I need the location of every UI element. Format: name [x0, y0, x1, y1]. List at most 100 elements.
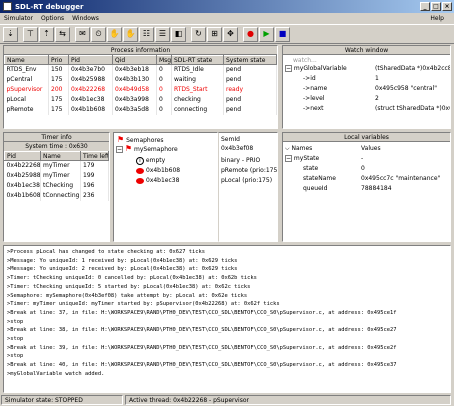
process-col-header[interactable]: Name: [4, 55, 49, 65]
process-cell-pid: 0x4b22268: [68, 84, 113, 95]
grid-icon: ⊞: [211, 29, 218, 38]
menu-simulator[interactable]: Simulator: [0, 15, 37, 22]
process-col-header[interactable]: Prio: [48, 55, 69, 65]
step-out-button[interactable]: ⇡: [39, 26, 54, 42]
console-output[interactable]: >Process pLocal has changed to state che…: [3, 245, 451, 393]
table-row[interactable]: pLocal 175 0x4b1ec38 0x4b3a998 0 checking pend: [4, 94, 277, 105]
collapse-icon[interactable]: −: [116, 146, 123, 153]
table-row[interactable]: pSupervisor 200 0x4b22268 0x4b49d58 0 RTDS_St…: [4, 84, 277, 95]
process-col-header[interactable]: Msg: [156, 55, 172, 65]
table-row[interactable]: 0x4b1ec38 tChecking 196: [4, 180, 109, 191]
timer-cell-pid: 0x4b1b608: [4, 190, 41, 201]
grid-button[interactable]: ⊞: [207, 26, 222, 42]
watch-child-name[interactable]: ->id: [303, 74, 316, 83]
break-icon: ✋: [125, 29, 136, 38]
send-button[interactable]: ✉: [75, 26, 90, 42]
hand-button[interactable]: ✋: [107, 26, 122, 42]
transition-button[interactable]: ⇆: [55, 26, 70, 42]
process-col-header[interactable]: SDL-RT state: [171, 55, 224, 65]
menu-windows[interactable]: Windows: [68, 15, 103, 22]
msc-button[interactable]: ☷: [139, 26, 154, 42]
move-button[interactable]: ✥: [223, 26, 238, 42]
run-button[interactable]: ▶: [259, 26, 274, 42]
record-button[interactable]: ●: [243, 26, 258, 42]
watch-button[interactable]: ◧: [171, 26, 186, 42]
stop-button[interactable]: ■: [275, 26, 290, 42]
console-line: >Break at line: 37, in file: H:\WORKSPAC…: [7, 309, 397, 316]
timer-panel: Timer info System time : 0x630 Pid Name Ti…: [3, 132, 110, 242]
refresh-button[interactable]: ↻: [191, 26, 206, 42]
process-cell-qid: 0x4b3a5d8: [112, 104, 157, 115]
run-icon: ▶: [263, 29, 270, 38]
timer-cell-name: tConnecting: [40, 190, 81, 201]
timer-col-header[interactable]: Time left: [80, 151, 109, 161]
active-thread: Active thread: 0x4b22268 - pSupervisor: [125, 395, 451, 405]
info-icon: i: [136, 156, 144, 165]
process-col-header[interactable]: System state: [223, 55, 277, 65]
process-cell-name: pSupervisor: [4, 84, 49, 95]
local-child-name[interactable]: queueId: [303, 184, 327, 193]
process-cell-prio: 175: [48, 74, 69, 85]
trace-button[interactable]: ☰: [155, 26, 170, 42]
pending-process-row[interactable]: 0x4b1ec38: [136, 176, 179, 185]
watch-root-row[interactable]: − myGlobalVariable: [285, 64, 347, 73]
timer-cell-time: 236: [80, 190, 109, 201]
process-col-header[interactable]: Qid: [112, 55, 157, 65]
maximize-button[interactable]: □: [431, 2, 441, 11]
console-line: >myGlobalVariable watch added.: [7, 370, 105, 377]
timer-table: Pid Name Time left 0x4b22268 myTimer 179 0x4b…: [4, 151, 109, 201]
process-cell-sdl: RTDS_Start: [171, 84, 224, 95]
pending-process-row[interactable]: 0x4b1b608: [136, 166, 180, 175]
table-row[interactable]: RTDS_Env 150 0x4b3e7b0 0x4b3eb18 0 RTDS_Idle p…: [4, 64, 277, 75]
watch-panel-title: Watch window: [283, 46, 450, 55]
semaphore-row[interactable]: − ⚑ mySemaphore: [116, 144, 178, 153]
console-line: >Timer: myTimer uniqueId: myTimer starte…: [7, 301, 280, 308]
process-cell-sdl: waiting: [171, 74, 224, 85]
watch-child-value: 2: [375, 95, 379, 102]
menu-help[interactable]: Help: [426, 15, 448, 22]
local-child-name[interactable]: stateName: [303, 174, 336, 183]
step-into-button[interactable]: ⇣: [3, 26, 18, 42]
local-child-name[interactable]: state: [303, 164, 318, 173]
break-button[interactable]: ✋: [123, 26, 138, 42]
process-cell-sys: ready: [223, 84, 277, 95]
process-cell-qid: 0x4b3eb18: [112, 64, 157, 75]
watch-child-name[interactable]: ->name: [303, 84, 327, 93]
local-root-row[interactable]: − myState: [285, 154, 319, 163]
local-root-name: myState: [293, 155, 320, 162]
process-cell-pid: 0x4b25988: [68, 74, 113, 85]
timer-cell-time: 179: [80, 160, 109, 171]
table-row[interactable]: 0x4b25988 myTimer 199: [4, 170, 109, 181]
console-line: >Semaphore: mySemaphore(0x4b3ef08) take …: [7, 292, 248, 299]
table-row[interactable]: 0x4b1b608 tConnecting 236: [4, 190, 109, 201]
watch-child-value: 0x495c958 "central": [375, 85, 437, 92]
process-cell-msg: 0: [156, 104, 172, 115]
timer-cell-pid: 0x4b22268: [4, 160, 41, 171]
process-cell-sys: pend: [223, 104, 277, 115]
timer-button[interactable]: ⏲: [91, 26, 106, 42]
table-row[interactable]: pRemote 175 0x4b1b608 0x4b3a5d8 0 connecting p…: [4, 104, 277, 115]
simulator-state: Simulator state: STOPPED: [1, 395, 123, 405]
table-row[interactable]: 0x4b22268 myTimer 179: [4, 160, 109, 171]
collapse-icon[interactable]: −: [285, 155, 292, 162]
step-button[interactable]: ⊤: [23, 26, 38, 42]
table-row[interactable]: pCentral 175 0x4b25988 0x4b3b130 0 waiting pen…: [4, 74, 277, 85]
timer-cell-name: myTimer: [40, 170, 81, 181]
semaphores-root[interactable]: ⚑ Semaphores: [117, 135, 164, 144]
console-text: >Process pLocal has changed to state che…: [4, 246, 450, 381]
local-panel-title: Local variables: [283, 133, 450, 142]
minimize-button[interactable]: _: [420, 2, 430, 11]
watch-child-name[interactable]: ->next: [303, 104, 323, 113]
process-col-header[interactable]: Pid: [68, 55, 113, 65]
local-child-value: 0: [361, 165, 365, 172]
menu-options[interactable]: Options: [37, 15, 68, 22]
local-col-values: Values: [361, 145, 381, 152]
collapse-icon[interactable]: −: [285, 65, 292, 72]
process-cell-name: pCentral: [4, 74, 49, 85]
semaphores-label: Semaphores: [126, 137, 164, 144]
timer-col-header[interactable]: Pid: [4, 151, 41, 161]
close-button[interactable]: ×: [442, 2, 452, 11]
console-line: >Break at line: 40, in file: H:\WORKSPAC…: [7, 362, 397, 369]
timer-col-header[interactable]: Name: [40, 151, 81, 161]
watch-child-name[interactable]: ->level: [303, 94, 324, 103]
